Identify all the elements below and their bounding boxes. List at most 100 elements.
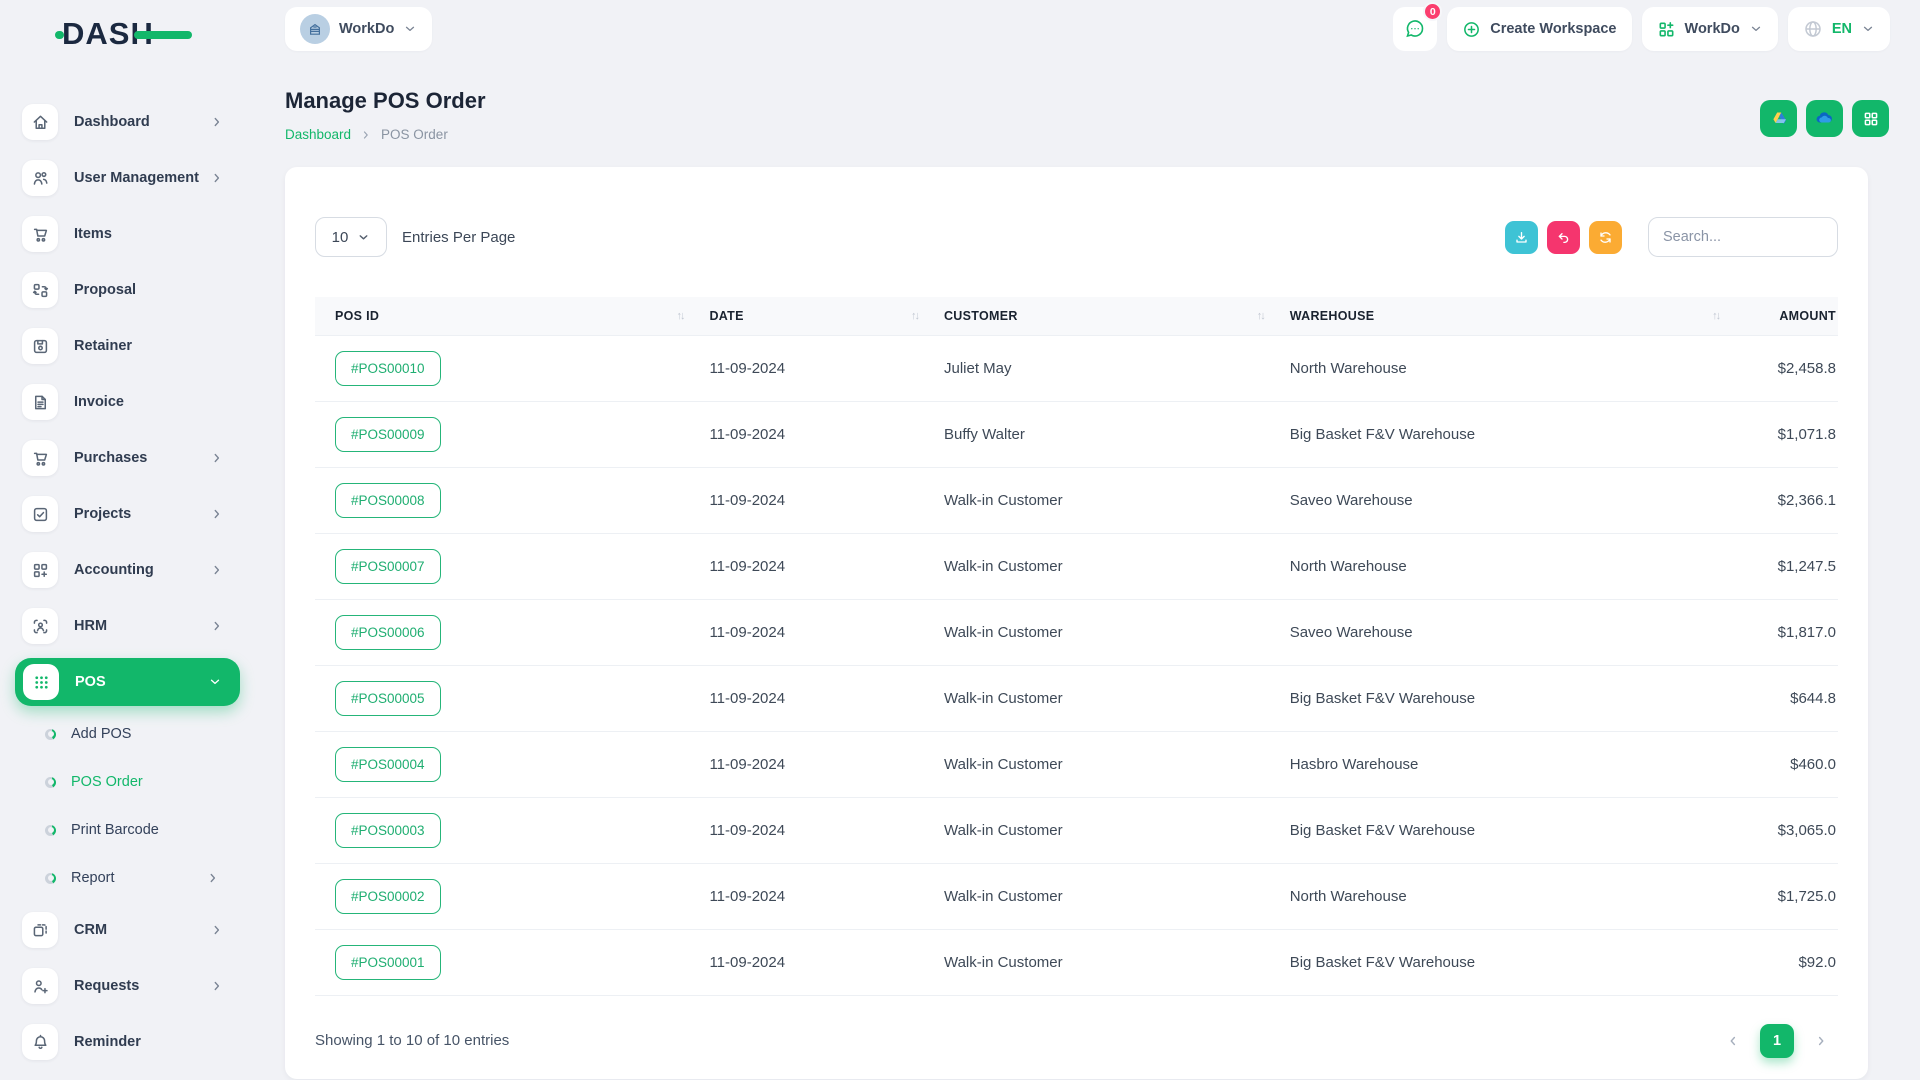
- pos-id-badge[interactable]: #POS00010: [335, 351, 441, 386]
- create-workspace-button[interactable]: Create Workspace: [1447, 7, 1631, 51]
- grid-view-button[interactable]: [1852, 100, 1889, 137]
- sort-icon[interactable]: ↑↓: [911, 310, 918, 322]
- column-header-date[interactable]: DATE↑↓: [709, 297, 944, 335]
- bullet-icon: [45, 777, 56, 788]
- pos-id-badge[interactable]: #POS00007: [335, 549, 441, 584]
- chevron-right-icon: [360, 129, 372, 141]
- page-size-select[interactable]: 10: [315, 217, 387, 257]
- chevron-right-icon: [210, 923, 224, 937]
- pos-id-badge[interactable]: #POS00005: [335, 681, 441, 716]
- refresh-button[interactable]: [1589, 221, 1622, 254]
- pos-id-badge[interactable]: #POS00008: [335, 483, 441, 518]
- warehouse-cell: Saveo Warehouse: [1290, 467, 1745, 533]
- undo-arrow-icon: [1556, 230, 1571, 245]
- breadcrumb-dashboard-link[interactable]: Dashboard: [285, 127, 351, 142]
- sidebar-item-label: Dashboard: [74, 114, 150, 130]
- user-scan-icon: [22, 608, 58, 644]
- sidebar-item-proposal[interactable]: Proposal: [0, 262, 250, 318]
- table-row: #POS0000311-09-2024Walk-in CustomerBig B…: [315, 797, 1838, 863]
- sort-icon[interactable]: ↑↓: [1257, 310, 1264, 322]
- customer-cell: Buffy Walter: [944, 401, 1290, 467]
- swap-icon: [22, 272, 58, 308]
- sidebar-item-requests[interactable]: Requests: [0, 958, 250, 1014]
- floppy-icon: [22, 328, 58, 364]
- pos-id-badge[interactable]: #POS00006: [335, 615, 441, 650]
- column-label: AMOUNT: [1779, 309, 1836, 323]
- check-square-icon: [22, 496, 58, 532]
- chevron-right-icon: [206, 871, 220, 885]
- sort-icon[interactable]: ↑↓: [676, 310, 683, 322]
- sort-icon[interactable]: ↑↓: [1712, 310, 1719, 322]
- dash-logo[interactable]: DASH: [62, 16, 212, 52]
- user-plus-icon: [22, 968, 58, 1004]
- app-switcher-button[interactable]: WorkDo: [1642, 7, 1778, 51]
- amount-cell: $1,817.0: [1745, 599, 1838, 665]
- workspace-switcher[interactable]: WorkDo: [285, 7, 432, 51]
- sidebar-item-dashboard[interactable]: Dashboard: [0, 94, 250, 150]
- sidebar-item-projects[interactable]: Projects: [0, 486, 250, 542]
- table-footer: Showing 1 to 10 of 10 entries 1: [315, 1024, 1838, 1058]
- sidebar-item-report[interactable]: Report: [0, 854, 250, 902]
- sidebar-item-add-pos[interactable]: Add POS: [0, 710, 250, 758]
- sidebar-item-label: User Management: [74, 170, 199, 186]
- pos-order-card: 10 Entries Per Page: [285, 167, 1868, 1079]
- customer-cell: Walk-in Customer: [944, 467, 1290, 533]
- sidebar-item-pos[interactable]: POS: [15, 658, 240, 706]
- breadcrumb: Dashboard POS Order: [285, 127, 448, 142]
- column-header-customer[interactable]: CUSTOMER↑↓: [944, 297, 1290, 335]
- search-input[interactable]: [1648, 217, 1838, 257]
- chat-bubble-icon: [1404, 18, 1426, 40]
- app-switcher-label: WorkDo: [1685, 21, 1740, 37]
- sidebar-item-crm[interactable]: CRM: [0, 902, 250, 958]
- sidebar-item-retainer[interactable]: Retainer: [0, 318, 250, 374]
- table-row: #POS0000611-09-2024Walk-in CustomerSaveo…: [315, 599, 1838, 665]
- export-button[interactable]: [1505, 221, 1538, 254]
- next-page-button[interactable]: [1804, 1024, 1838, 1058]
- bullet-icon: [45, 729, 56, 740]
- google-drive-button[interactable]: [1760, 100, 1797, 137]
- date-cell: 11-09-2024: [709, 599, 944, 665]
- pos-id-badge[interactable]: #POS00009: [335, 417, 441, 452]
- download-icon: [1514, 230, 1529, 245]
- workspace-avatar-icon: [300, 14, 330, 44]
- pos-id-badge[interactable]: #POS00002: [335, 879, 441, 914]
- sidebar-item-pos-order[interactable]: POS Order: [0, 758, 250, 806]
- customer-cell: Walk-in Customer: [944, 665, 1290, 731]
- warehouse-cell: Big Basket F&V Warehouse: [1290, 401, 1745, 467]
- sidebar-item-purchases[interactable]: Purchases: [0, 430, 250, 486]
- date-cell: 11-09-2024: [709, 401, 944, 467]
- bullet-icon: [45, 873, 56, 884]
- sidebar-item-items[interactable]: Items: [0, 206, 250, 262]
- messages-button[interactable]: 0: [1393, 7, 1437, 51]
- sidebar-item-print-barcode[interactable]: Print Barcode: [0, 806, 250, 854]
- sidebar-item-invoice[interactable]: Invoice: [0, 374, 250, 430]
- pos-id-badge[interactable]: #POS00001: [335, 945, 441, 980]
- sidebar-item-reminder[interactable]: Reminder: [0, 1014, 250, 1070]
- integration-actions: [1760, 100, 1889, 137]
- pos-order-table: POS ID↑↓DATE↑↓CUSTOMER↑↓WAREHOUSE↑↓AMOUN…: [315, 297, 1838, 996]
- previous-page-button[interactable]: [1716, 1024, 1750, 1058]
- date-cell: 11-09-2024: [709, 467, 944, 533]
- undo-button[interactable]: [1547, 221, 1580, 254]
- sidebar-item-label: POS: [75, 674, 106, 690]
- table-actions: [1505, 217, 1838, 257]
- pos-id-badge[interactable]: #POS00003: [335, 813, 441, 848]
- chevron-down-icon: [1861, 22, 1875, 36]
- sidebar-subitem-label: POS Order: [71, 774, 143, 790]
- cart-icon: [22, 440, 58, 476]
- language-selector[interactable]: EN: [1788, 7, 1890, 51]
- logo-dot: [55, 31, 64, 39]
- topbar-actions: 0 Create Workspace WorkDo EN: [1393, 7, 1890, 51]
- pos-id-badge[interactable]: #POS00004: [335, 747, 441, 782]
- grid-icon: [1862, 110, 1880, 128]
- sidebar-item-accounting[interactable]: Accounting: [0, 542, 250, 598]
- sidebar-item-user-management[interactable]: User Management: [0, 150, 250, 206]
- column-header-warehouse[interactable]: WAREHOUSE↑↓: [1290, 297, 1745, 335]
- column-header-pos-id[interactable]: POS ID ↑↓: [315, 297, 709, 335]
- onedrive-button[interactable]: [1806, 100, 1843, 137]
- sidebar-item-hrm[interactable]: HRM: [0, 598, 250, 654]
- column-label: POS ID: [335, 309, 379, 323]
- date-cell: 11-09-2024: [709, 797, 944, 863]
- page-number-button[interactable]: 1: [1760, 1024, 1794, 1058]
- cart-icon: [22, 216, 58, 252]
